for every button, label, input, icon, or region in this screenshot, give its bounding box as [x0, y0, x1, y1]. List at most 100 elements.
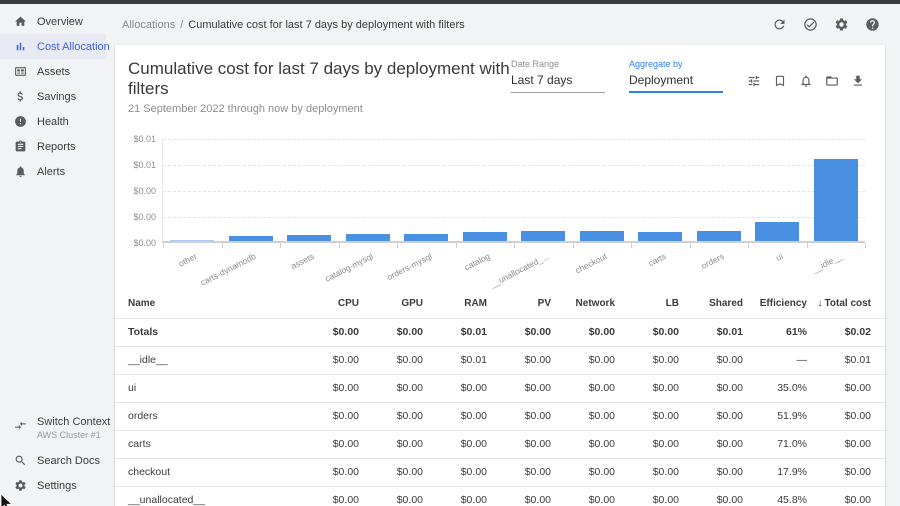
switch-context-label: Switch Context	[37, 416, 110, 428]
chart-bar-ui[interactable]	[755, 222, 799, 241]
table-row-checkout[interactable]: checkout$0.00$0.00$0.00$0.00$0.00$0.00$0…	[115, 458, 885, 486]
table-row-ui[interactable]: ui$0.00$0.00$0.00$0.00$0.00$0.00$0.0035.…	[115, 374, 885, 402]
chart-bar-carts-dynamodb[interactable]	[229, 236, 273, 241]
table-cell: $0.00	[487, 486, 551, 506]
table-cell: $0.00	[295, 318, 359, 346]
table-cell: $0.00	[679, 346, 743, 374]
chart-bar-orders[interactable]	[697, 231, 741, 241]
table-header: NameCPUGPURAMPVNetworkLBSharedEfficiency…	[115, 290, 885, 318]
chart-bar-orders-mysql[interactable]	[404, 234, 448, 241]
x-tick-label: assets	[289, 251, 315, 271]
table-row-orders[interactable]: orders$0.00$0.00$0.00$0.00$0.00$0.00$0.0…	[115, 402, 885, 430]
sidebar-item-assets[interactable]: Assets	[0, 59, 106, 84]
table-cell: $0.01	[807, 346, 885, 374]
bookmark-icon[interactable]	[773, 74, 787, 88]
breadcrumb-section[interactable]: Allocations	[122, 19, 175, 31]
chart-bar-catalog-mysql[interactable]	[346, 234, 390, 241]
download-icon[interactable]	[851, 74, 865, 88]
table-cell: $0.00	[615, 318, 679, 346]
x-tick-label: catalog	[463, 251, 492, 272]
y-tick-label: $0.01	[133, 134, 156, 144]
gridline	[163, 191, 865, 192]
date-range-select[interactable]: Date Range Last 7 days	[511, 59, 605, 93]
column-header-cpu[interactable]: CPU	[295, 290, 359, 318]
row-name: checkout	[115, 458, 295, 486]
table-cell: $0.00	[551, 346, 615, 374]
chart-bar-other[interactable]	[170, 240, 214, 242]
sidebar-item-cost-allocation[interactable]: Cost Allocation	[0, 34, 106, 59]
date-range-value[interactable]: Last 7 days	[511, 69, 605, 93]
column-header-total-cost[interactable]: ↓Total cost	[807, 290, 885, 318]
assets-grid-icon	[14, 65, 27, 78]
y-tick-label: $0.00	[133, 212, 156, 222]
column-header-ram[interactable]: RAM	[423, 290, 487, 318]
x-tick-label: __idle__	[810, 251, 843, 275]
column-header-lb[interactable]: LB	[615, 290, 679, 318]
table-row-__unallocated__[interactable]: __unallocated__$0.00$0.00$0.00$0.00$0.00…	[115, 486, 885, 506]
chart-bar-carts[interactable]	[638, 232, 682, 241]
sidebar-item-reports[interactable]: Reports	[0, 134, 106, 159]
table-cell: $0.00	[423, 402, 487, 430]
table-row-totals[interactable]: Totals$0.00$0.00$0.01$0.00$0.00$0.00$0.0…	[115, 318, 885, 346]
column-header-efficiency[interactable]: Efficiency	[743, 290, 807, 318]
chart-bar-assets[interactable]	[287, 235, 331, 241]
table-cell: $0.00	[359, 346, 423, 374]
column-header-pv[interactable]: PV	[487, 290, 551, 318]
column-header-gpu[interactable]: GPU	[359, 290, 423, 318]
allocation-chart: $0.01$0.01$0.00$0.00$0.00	[128, 139, 865, 243]
sidebar-search-docs[interactable]: Search Docs	[0, 448, 106, 473]
chart-bar-__idle__[interactable]	[814, 159, 858, 241]
sidebar-item-alerts[interactable]: Alerts	[0, 159, 106, 184]
gear-icon	[14, 479, 27, 492]
table-row-__idle__[interactable]: __idle__$0.00$0.00$0.01$0.00$0.00$0.00$0…	[115, 346, 885, 374]
table-cell: $0.00	[295, 486, 359, 506]
gridline	[163, 165, 865, 166]
report-controls: Date Range Last 7 days Aggregate by Depl…	[511, 59, 865, 115]
check-circle-icon[interactable]	[803, 17, 818, 32]
x-tick-label: carts	[646, 251, 667, 268]
column-header-shared[interactable]: Shared	[679, 290, 743, 318]
table-cell: $0.00	[551, 486, 615, 506]
sidebar-settings[interactable]: Settings	[0, 473, 106, 498]
table-cell: $0.00	[423, 458, 487, 486]
row-name: ui	[115, 374, 295, 402]
settings-label: Settings	[37, 480, 77, 492]
table-cell: $0.00	[423, 374, 487, 402]
table-cell: $0.00	[487, 430, 551, 458]
row-name: Totals	[115, 318, 295, 346]
folder-icon[interactable]	[825, 74, 839, 88]
chart-bar-checkout[interactable]	[580, 231, 624, 241]
aggregate-by-value[interactable]: Deployment	[629, 69, 723, 93]
current-cluster-label: AWS Cluster #1	[37, 430, 110, 440]
help-icon[interactable]	[865, 17, 880, 32]
sidebar-item-overview[interactable]: Overview	[0, 9, 106, 34]
table-cell: $0.00	[487, 402, 551, 430]
column-header-network[interactable]: Network	[551, 290, 615, 318]
sidebar-item-health[interactable]: Health	[0, 109, 106, 134]
report-toolbar	[747, 74, 865, 88]
table-cell: $0.00	[423, 430, 487, 458]
x-tick-label: orders	[700, 251, 726, 271]
table-row-carts[interactable]: carts$0.00$0.00$0.00$0.00$0.00$0.00$0.00…	[115, 430, 885, 458]
gear-icon[interactable]	[834, 17, 849, 32]
table-cell: 45.8%	[743, 486, 807, 506]
sidebar-item-label: Savings	[37, 91, 76, 103]
table-cell: $0.00	[359, 318, 423, 346]
alert-bell-icon[interactable]	[799, 74, 813, 88]
sidebar-switch-context[interactable]: Switch Context AWS Cluster #1	[0, 412, 106, 440]
filters-icon[interactable]	[747, 74, 761, 88]
aggregate-by-select[interactable]: Aggregate by Deployment	[629, 59, 723, 93]
chart-bar-__unallocated_...[interactable]	[521, 231, 565, 241]
chart-plot	[162, 139, 865, 243]
refresh-icon[interactable]	[772, 17, 787, 32]
search-docs-label: Search Docs	[37, 455, 100, 467]
sidebar-spacer	[0, 184, 106, 412]
page-title: Cumulative cost for last 7 days by deplo…	[128, 59, 511, 99]
x-tick-label: carts-dynamodb	[198, 251, 257, 288]
aggregate-by-label: Aggregate by	[629, 59, 723, 69]
column-header-name[interactable]: Name	[115, 290, 295, 318]
table-cell: $0.00	[807, 402, 885, 430]
chart-bar-catalog[interactable]	[463, 232, 507, 241]
sidebar-item-savings[interactable]: Savings	[0, 84, 106, 109]
table-cell: $0.00	[551, 458, 615, 486]
